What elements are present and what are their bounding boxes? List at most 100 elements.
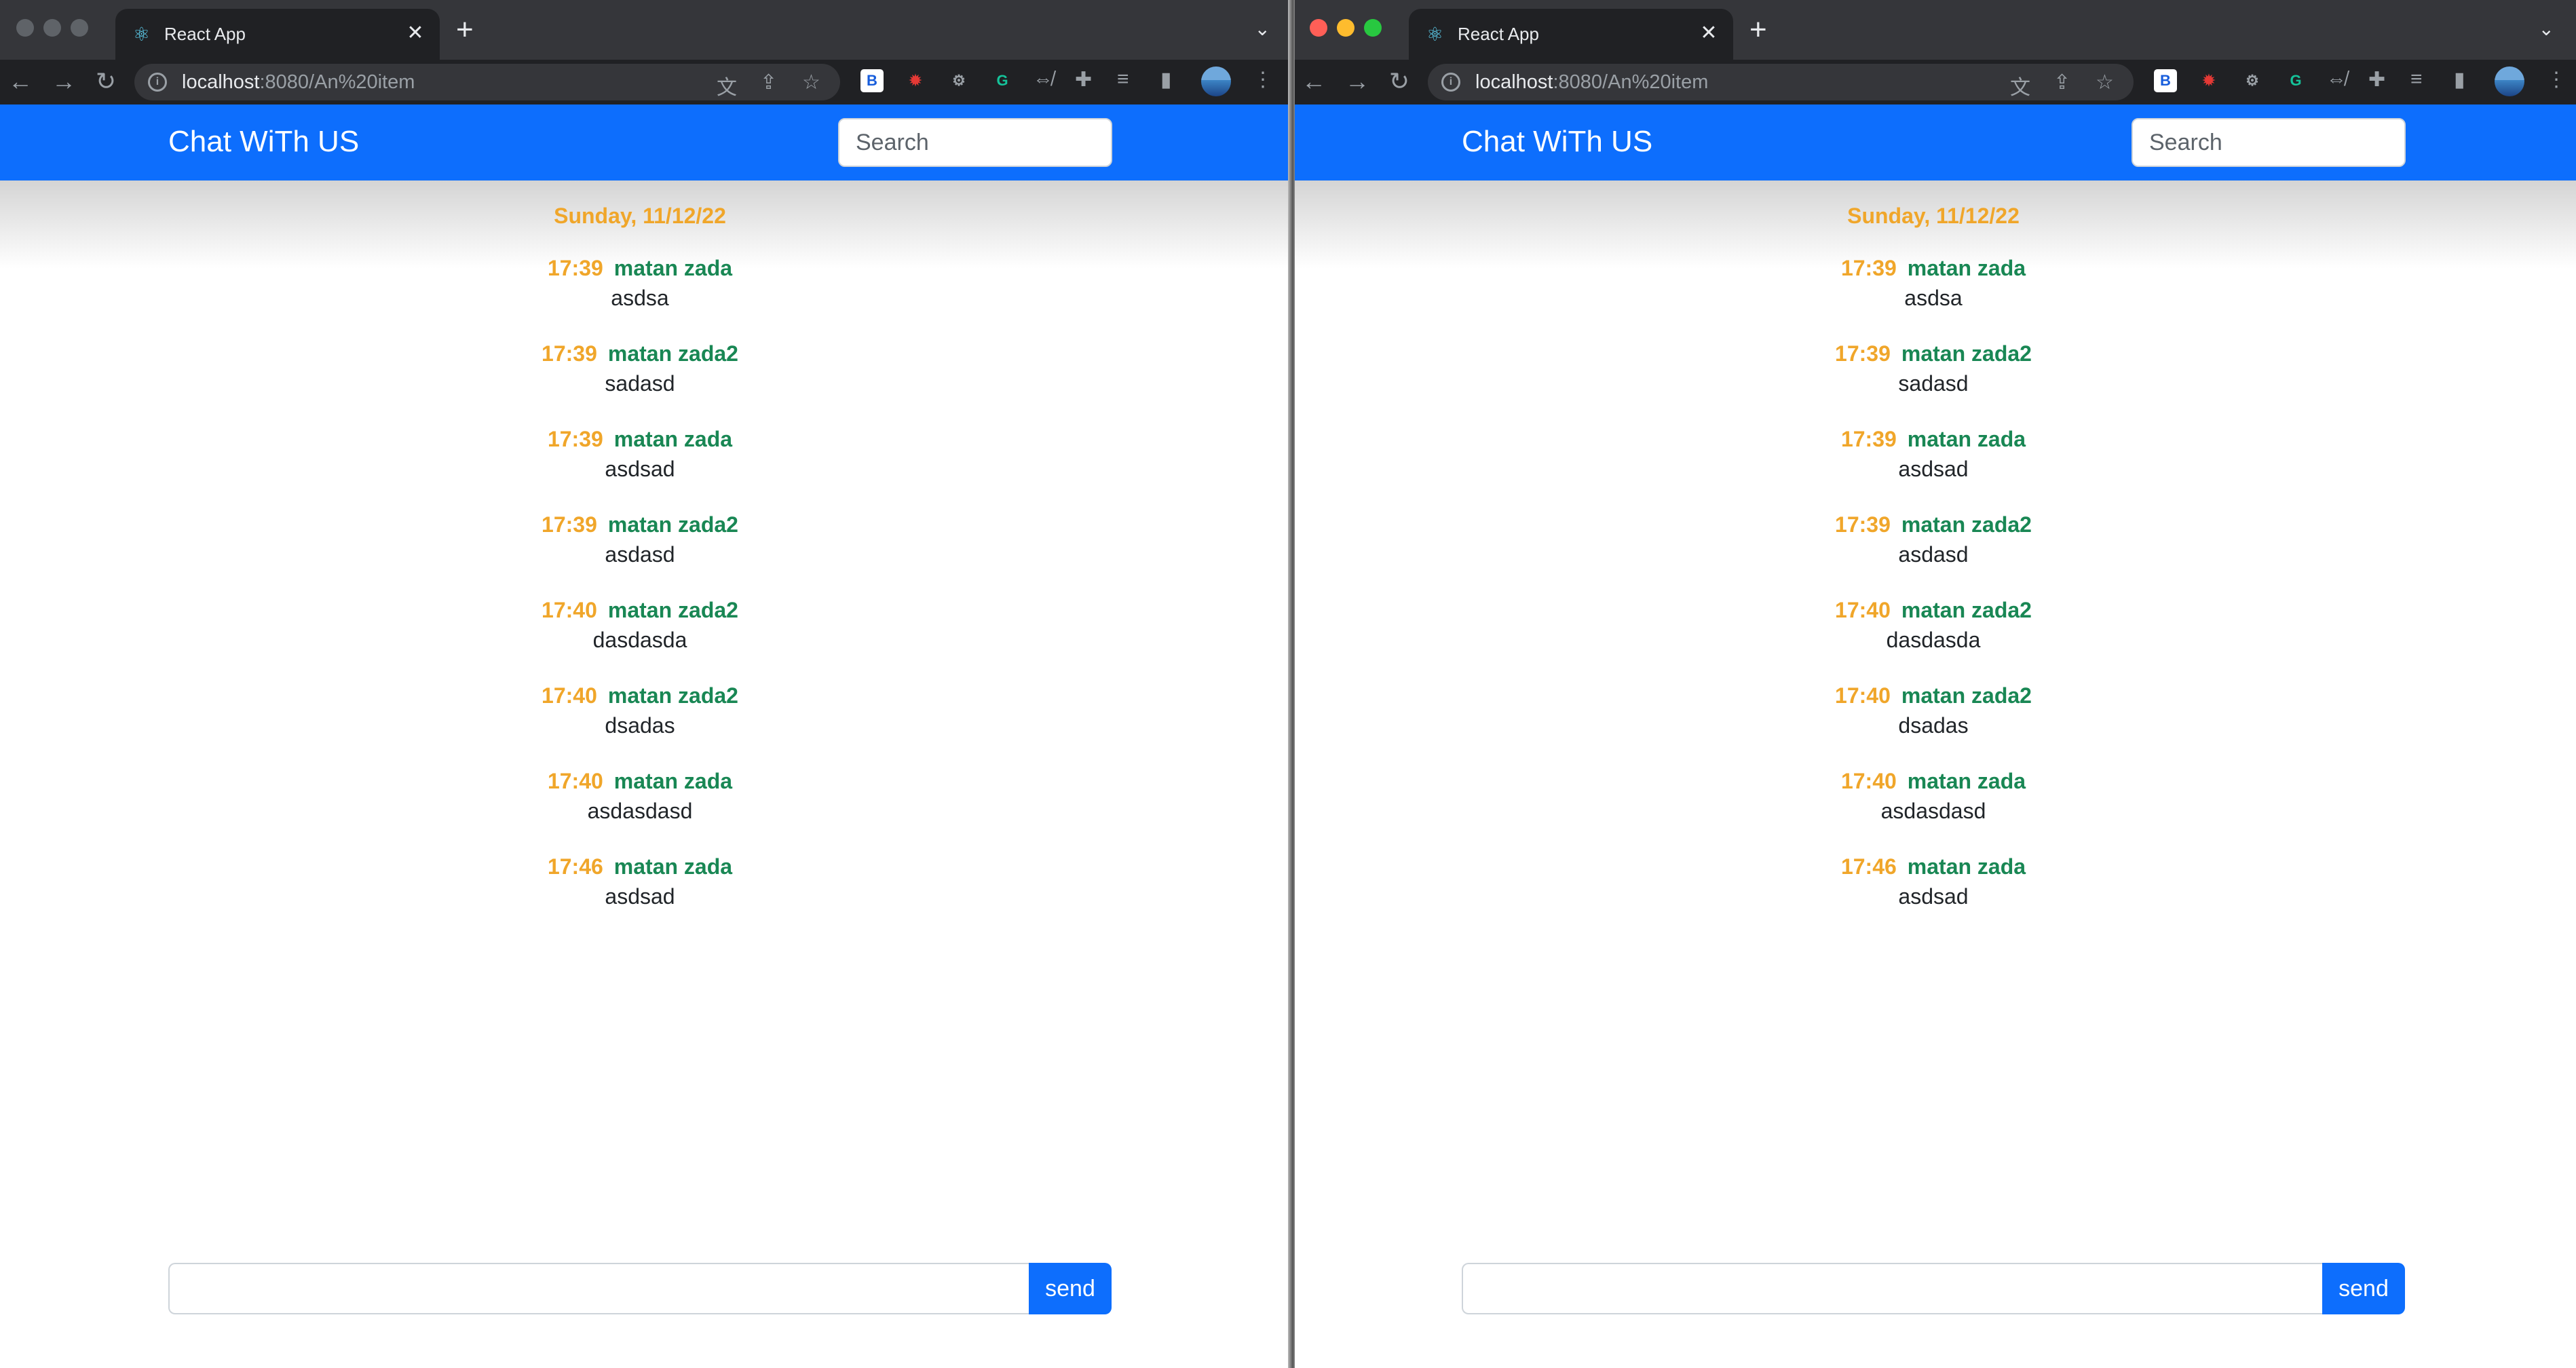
message-time: 17:39 <box>1835 341 1891 366</box>
message-list: Sunday, 11/12/22 17:39 matan zada asdsa 17:… <box>1462 204 2405 913</box>
close-tab-icon[interactable]: ✕ <box>402 20 429 47</box>
message-item: 17:39 matan zada asdsad <box>168 425 1112 485</box>
message-item: 17:39 matan zada2 sadasd <box>1462 340 2405 400</box>
bitwarden-extension-icon[interactable]: B <box>2154 69 2177 92</box>
tab-strip: ⚛ React App ✕ + ⌄ <box>0 0 1292 60</box>
message-text: asdsad <box>605 884 675 909</box>
translate-icon[interactable]: 文 <box>717 71 737 100</box>
minimize-window-button[interactable] <box>1337 19 1355 37</box>
address-bar[interactable]: i localhost:8080/An%20item 文 ⇪ ☆ <box>1428 64 2134 100</box>
close-tab-icon[interactable]: ✕ <box>1695 20 1722 47</box>
back-icon[interactable]: ← <box>1298 65 1330 98</box>
send-button[interactable]: send <box>1029 1263 1112 1314</box>
message-time: 17:39 <box>547 427 603 451</box>
message-item: 17:39 matan zada2 asdasd <box>1462 511 2405 571</box>
message-header: 17:39 matan zada <box>1462 425 2405 453</box>
red-extension-icon[interactable]: ✹ <box>2197 69 2220 92</box>
message-time: 17:40 <box>547 769 603 793</box>
profile-avatar[interactable] <box>2495 66 2524 96</box>
bookmark-star-icon[interactable]: ☆ <box>2096 71 2114 94</box>
message-header: 17:39 matan zada2 <box>1462 511 2405 538</box>
address-bar[interactable]: i localhost:8080/An%20item 文 ⇪ ☆ <box>134 64 840 100</box>
message-sender: matan zada2 <box>607 598 738 622</box>
profile-avatar[interactable] <box>1201 66 1231 96</box>
message-sender: matan zada2 <box>1901 512 2032 537</box>
message-header: 17:39 matan zada2 <box>1462 340 2405 367</box>
zoom-window-button[interactable] <box>71 19 88 37</box>
message-header: 17:40 matan zada <box>1462 767 2405 795</box>
browser-menu-icon[interactable]: ⋮ <box>2546 68 2566 92</box>
sync-extension-icon[interactable]: ⇎ <box>1033 68 1053 91</box>
browser-menu-icon[interactable]: ⋮ <box>1253 68 1273 92</box>
send-button[interactable]: send <box>2322 1263 2405 1314</box>
message-sender: matan zada <box>1907 854 2026 879</box>
message-time: 17:40 <box>1835 598 1891 622</box>
message-text: dsadas <box>1898 713 1969 738</box>
brand-title[interactable]: Chat WiTh US <box>1462 125 1652 159</box>
bookmark-star-icon[interactable]: ☆ <box>802 71 820 94</box>
message-sender: matan zada <box>1907 256 2026 280</box>
red-extension-icon[interactable]: ✹ <box>904 69 927 92</box>
side-panel-icon[interactable]: ▮ <box>2454 68 2465 92</box>
message-sender: matan zada <box>1907 769 2026 793</box>
message-composer: send <box>1462 1263 2405 1314</box>
message-header: 17:39 matan zada <box>168 254 1112 282</box>
message-time: 17:40 <box>1840 769 1897 793</box>
gear-extension-icon[interactable]: ⚙ <box>2241 69 2264 92</box>
grammarly-extension-icon[interactable]: G <box>2284 69 2307 92</box>
message-header: 17:40 matan zada2 <box>168 682 1112 709</box>
message-item: 17:40 matan zada2 dsadas <box>1462 682 2405 742</box>
new-tab-button[interactable]: + <box>1749 14 1767 46</box>
extensions-puzzle-icon[interactable]: ✚ <box>1075 68 1092 92</box>
site-info-icon[interactable]: i <box>148 73 167 92</box>
brand-title[interactable]: Chat WiTh US <box>168 125 359 159</box>
tab-search-icon[interactable]: ⌄ <box>2539 18 2554 40</box>
share-icon[interactable]: ⇪ <box>2053 71 2070 94</box>
forward-icon[interactable]: → <box>1341 65 1374 98</box>
app-navbar: Chat WiTh US <box>0 104 1292 180</box>
grammarly-extension-icon[interactable]: G <box>991 69 1014 92</box>
media-controls-icon[interactable]: ≡ <box>1117 68 1129 91</box>
message-time: 17:40 <box>542 598 597 622</box>
message-text: sadasd <box>605 371 675 396</box>
message-input[interactable] <box>1462 1263 2324 1314</box>
message-text: asdsad <box>1898 884 1969 909</box>
back-icon[interactable]: ← <box>4 65 37 98</box>
browser-tab[interactable]: ⚛ React App ✕ <box>115 9 440 60</box>
message-sender: matan zada <box>613 854 733 879</box>
bitwarden-extension-icon[interactable]: B <box>860 69 884 92</box>
extensions-puzzle-icon[interactable]: ✚ <box>2368 68 2385 92</box>
new-tab-button[interactable]: + <box>456 14 474 46</box>
message-input[interactable] <box>168 1263 1030 1314</box>
gear-extension-icon[interactable]: ⚙ <box>947 69 970 92</box>
browser-tab[interactable]: ⚛ React App ✕ <box>1409 9 1733 60</box>
app-navbar: Chat WiTh US <box>1293 104 2576 180</box>
media-controls-icon[interactable]: ≡ <box>2410 68 2423 91</box>
site-info-icon[interactable]: i <box>1441 73 1460 92</box>
reload-icon[interactable]: ↻ <box>90 65 122 98</box>
message-text: dsadas <box>605 713 675 738</box>
share-icon[interactable]: ⇪ <box>760 71 777 94</box>
message-item: 17:39 matan zada asdsa <box>1462 254 2405 314</box>
browser-window-right: ⚛ React App ✕ + ⌄ ← → ↻ i localhost:8080… <box>1293 0 2576 1368</box>
close-window-button[interactable] <box>16 19 34 37</box>
zoom-window-button[interactable] <box>1364 19 1382 37</box>
message-sender: matan zada <box>613 256 733 280</box>
message-item: 17:39 matan zada2 sadasd <box>168 340 1112 400</box>
date-header: Sunday, 11/12/22 <box>1847 204 2020 228</box>
forward-icon[interactable]: → <box>48 65 80 98</box>
sync-extension-icon[interactable]: ⇎ <box>2326 68 2347 91</box>
message-item: 17:40 matan zada asdasdasd <box>1462 767 2405 827</box>
message-sender: matan zada2 <box>1901 341 2032 366</box>
message-time: 17:46 <box>547 854 603 879</box>
search-input[interactable] <box>2132 118 2406 167</box>
translate-icon[interactable]: 文 <box>2010 71 2030 100</box>
minimize-window-button[interactable] <box>43 19 61 37</box>
close-window-button[interactable] <box>1310 19 1327 37</box>
message-header: 17:39 matan zada <box>1462 254 2405 282</box>
tab-search-icon[interactable]: ⌄ <box>1255 18 1270 40</box>
side-panel-icon[interactable]: ▮ <box>1160 68 1172 92</box>
search-input[interactable] <box>838 118 1112 167</box>
reload-icon[interactable]: ↻ <box>1383 65 1416 98</box>
message-text: asdsad <box>605 457 675 481</box>
